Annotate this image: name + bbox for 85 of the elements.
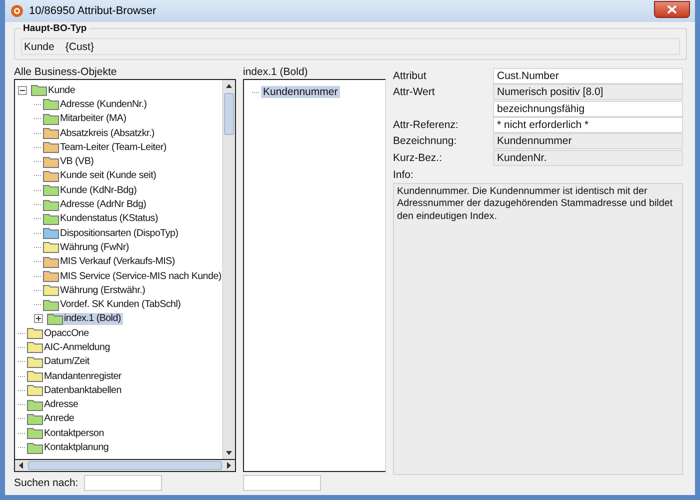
value-field: Numerisch positiv [8.0]	[493, 84, 683, 100]
folder-icon	[27, 327, 43, 340]
horizontal-scrollbar[interactable]	[15, 459, 235, 471]
field-label: Attr-Referenz:	[393, 119, 460, 132]
search-field[interactable]	[84, 475, 162, 491]
panel-heading: Alle Business-Objekte	[14, 65, 118, 79]
folder-icon	[27, 442, 43, 454]
tree-item[interactable]: Währung (FwNr)	[43, 241, 131, 254]
tree-item[interactable]: Dispositionsarten (DispoTyp)	[43, 227, 180, 240]
folder-icon	[43, 184, 59, 196]
type-name: Kunde	[24, 40, 54, 52]
tree-item[interactable]: Kunde	[31, 84, 78, 96]
folder-icon	[43, 298, 59, 311]
tree-item[interactable]: VB (VB)	[43, 156, 96, 168]
folder-icon	[43, 112, 59, 125]
folder-icon	[27, 356, 43, 368]
tree-item[interactable]: OpaccOne	[27, 327, 91, 340]
value-field: KundenNr.	[493, 150, 683, 166]
list-item[interactable]: Kundennummer	[261, 86, 340, 98]
tree-item[interactable]: AIC-Anmeldung	[27, 341, 112, 354]
folder-icon	[43, 284, 59, 296]
folder-icon	[31, 84, 47, 96]
group-legend: Haupt-BO-Typ	[21, 23, 89, 34]
folder-icon	[43, 212, 59, 225]
value-field[interactable]: * nicht erforderlich *	[493, 117, 683, 134]
tree-item[interactable]: Datum/Zeit	[27, 356, 92, 368]
tree-item[interactable]: Kunde (KdNr-Bdg)	[43, 184, 139, 196]
scrollbar-thumb[interactable]	[224, 93, 234, 135]
field-label: Bezeichnung:	[393, 135, 458, 148]
folder-icon	[47, 312, 63, 325]
tree-item[interactable]: Absatzkreis (Absatzkr.)	[43, 127, 156, 140]
value-field[interactable]: bezeichnungsfähig	[493, 100, 683, 117]
folder-icon	[27, 384, 43, 396]
folder-icon	[27, 412, 43, 425]
value-field[interactable]: Cust.Number	[493, 68, 683, 84]
info-text: Kundennummer. Die Kundennummer ist identisch mit der Adressnummer der dazugehörenden Stammadresse und bildet den eindeutigen Index.	[397, 186, 673, 222]
folder-icon	[43, 227, 59, 240]
tree-item[interactable]: Adresse	[27, 398, 80, 411]
tree-item[interactable]: Kontaktplanung	[27, 442, 111, 454]
folder-icon	[27, 398, 43, 411]
tree-item[interactable]: Kontaktperson	[27, 427, 106, 440]
close-icon	[667, 4, 677, 14]
panel-heading: index.1 (Bold)	[243, 65, 309, 79]
folder-icon	[27, 370, 43, 382]
folder-icon	[27, 341, 43, 354]
tree-item[interactable]: Team-Leiter (Team-Leiter)	[43, 141, 168, 154]
info-label: Info:	[393, 168, 414, 183]
expander-icon[interactable]	[18, 86, 27, 95]
scrollbar-thumb[interactable]	[28, 461, 222, 470]
tree-item[interactable]: Adresse (AdrNr Bdg)	[43, 198, 148, 211]
folder-icon	[43, 141, 59, 154]
tree-item[interactable]: Adresse (KundenNr.)	[43, 98, 149, 110]
field-label: Attr-Wert	[393, 86, 436, 98]
expander-icon[interactable]	[34, 314, 43, 324]
tree-item[interactable]: Kundenstatus (KStatus)	[43, 212, 160, 225]
field-label: Kurz-Bez.:	[393, 152, 444, 164]
value-field: Kundennummer	[493, 133, 683, 150]
tree-item[interactable]: Mitarbeiter (MA)	[43, 112, 128, 125]
vertical-scrollbar[interactable]	[222, 80, 235, 459]
folder-icon	[43, 256, 59, 268]
tree-item[interactable]: Währung (Erstwähr.)	[43, 284, 148, 296]
tree-item[interactable]: Anrede	[27, 412, 76, 425]
folder-icon	[43, 98, 59, 110]
folder-icon	[43, 156, 59, 168]
window-title: 10/86950 Attribut-Browser	[29, 5, 158, 17]
folder-icon	[43, 270, 59, 282]
tree-item[interactable]: index.1 (Bold)	[47, 312, 123, 325]
folder-icon	[43, 127, 59, 140]
tree-item[interactable]: Mandantenregister	[27, 370, 124, 382]
tree-item[interactable]: Kunde seit (Kunde seit)	[43, 170, 158, 182]
tree-item[interactable]: MIS Service (Service-MIS nach Kunde)	[43, 270, 222, 282]
folder-icon	[43, 170, 59, 182]
tree-item[interactable]: MIS Verkauf (Verkaufs-MIS)	[43, 256, 177, 268]
folder-icon	[27, 427, 43, 440]
folder-icon	[43, 198, 59, 211]
tree-item[interactable]: Datenbanktabellen	[27, 384, 124, 396]
type-code: {Cust}	[65, 40, 94, 52]
app-icon	[11, 5, 23, 17]
info-textarea[interactable]: Kundennummer. Die Kundennummer ist identisch mit der Adressnummer der dazugehörenden Stammadresse und bildet den eindeutigen Index.	[393, 182, 683, 475]
close-button[interactable]	[654, 0, 690, 18]
tree-item[interactable]: Vordef. SK Kunden (TabSchl)	[43, 298, 183, 311]
filter-field[interactable]	[243, 475, 321, 491]
folder-icon	[43, 241, 59, 254]
field-label: Attribut	[393, 70, 428, 82]
search-label: Suchen nach:	[14, 477, 78, 489]
